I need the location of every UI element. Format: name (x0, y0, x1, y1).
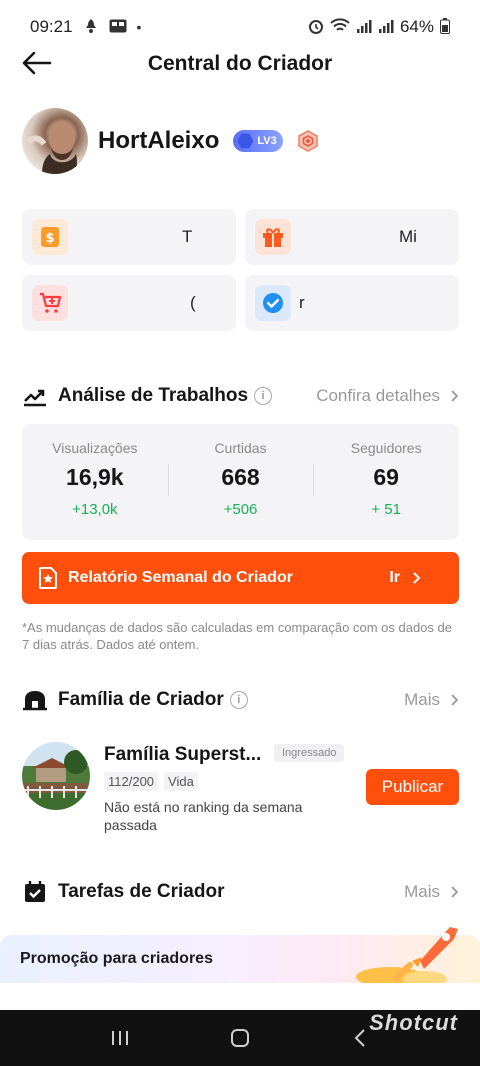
recent-apps-button[interactable] (100, 1018, 140, 1058)
quick-tile-1-label: T (182, 227, 193, 246)
quick-tile-4[interactable]: r (245, 275, 459, 331)
family-tags: 112/200 Vida (104, 772, 198, 791)
alarm-icon (308, 18, 324, 37)
back-button[interactable] (20, 48, 56, 80)
check-circle-icon (255, 285, 291, 321)
tasks-more-label: Mais (404, 882, 440, 901)
quick-tile-3-label: ( (190, 293, 196, 312)
notification-icon (83, 18, 99, 37)
tasks-header: Tarefas de Criador Mais (22, 877, 459, 907)
stat-value: 668 (221, 464, 260, 490)
wifi-icon (330, 17, 350, 37)
top-bar: Central do Criador (0, 38, 480, 90)
info-icon[interactable]: i (254, 387, 273, 405)
view-details-link[interactable]: Confira detalhes (316, 386, 459, 406)
creator-promo-banner[interactable]: Promoção para criadores (0, 927, 480, 983)
app-notification-icon (109, 19, 127, 36)
status-time: 09:21 (30, 17, 73, 36)
chevron-left-icon (354, 1029, 365, 1047)
stat-likes: Curtidas 668 +506 (167, 424, 314, 540)
weekly-report-button[interactable]: Relatório Semanal do Criador Ir (22, 552, 459, 604)
promo-label: Promoção para criadores (20, 950, 213, 967)
username: HortAleixo (98, 127, 220, 154)
analytics-title: Análise de Trabalhos (58, 385, 249, 406)
family-name: Família Superst... (104, 744, 262, 765)
recent-apps-icon (112, 1031, 128, 1045)
joined-badge: Ingressado (274, 744, 345, 762)
chevron-right-icon (451, 390, 459, 402)
stat-label: Seguidores (350, 440, 422, 456)
trend-chart-icon (24, 389, 46, 407)
stat-value: 16,9k (66, 464, 124, 490)
tasks-more-link[interactable]: Mais (404, 882, 459, 902)
level-badge[interactable]: LV3 (233, 130, 283, 152)
home-icon (231, 1029, 249, 1047)
battery-percent: 64% (399, 17, 434, 36)
tasks-title: Tarefas de Criador (58, 881, 225, 902)
family-type: Vida (164, 772, 198, 791)
dollar-doc-icon: $ (32, 219, 68, 255)
stats-card[interactable]: Visualizações 16,9k +13,0k Curtidas 668 … (22, 424, 459, 540)
family-card[interactable]: Família Superst... Ingressado 112/200 Vi… (22, 740, 459, 840)
battery-icon (440, 17, 450, 37)
quick-tools-grid: $ T Mi ( r (22, 209, 459, 331)
quick-tile-2-label: Mi (399, 227, 417, 246)
svg-text:$: $ (45, 231, 54, 246)
weekly-report-go: Ir (389, 569, 421, 587)
weekly-report-label: Relatório Semanal do Criador (68, 569, 293, 586)
stat-delta: + 51 (371, 501, 401, 518)
publish-button[interactable]: Publicar (366, 769, 459, 805)
stat-delta: +13,0k (72, 501, 118, 518)
avatar[interactable] (22, 108, 88, 174)
level-badge-label: LV3 (257, 135, 277, 147)
quick-tile-1[interactable]: $ T (22, 209, 236, 265)
arrow-left-icon (22, 51, 52, 75)
info-icon[interactable]: i (229, 691, 248, 709)
stat-label: Visualizações (52, 440, 138, 456)
video-watermark: Shotcut (369, 1010, 458, 1035)
rocket-icon (356, 927, 458, 983)
view-details-label: Confira detalhes (316, 386, 440, 405)
house-icon (23, 691, 47, 711)
gift-icon (255, 219, 291, 255)
weekly-report-action: Ir (389, 569, 400, 586)
analytics-header: Análise de Trabalhos i Confira detalhes (22, 381, 459, 411)
cart-plus-icon (32, 285, 68, 321)
quick-tile-2[interactable]: Mi (245, 209, 459, 265)
signal-icon (356, 18, 372, 37)
family-header: Família de Criador i Mais (22, 685, 459, 715)
profile-header: HortAleixo LV3 (22, 108, 319, 174)
chevron-right-icon (451, 694, 459, 706)
signal-icon-2 (378, 18, 394, 37)
dot-icon: • (136, 19, 142, 35)
calendar-check-icon (25, 881, 45, 902)
family-ranking-status: Não está no ranking da semana passada (104, 799, 303, 833)
family-more-link[interactable]: Mais (404, 690, 459, 710)
rank-hexagon-icon[interactable] (297, 130, 319, 152)
home-button[interactable] (220, 1018, 260, 1058)
hexagon-icon (237, 133, 254, 149)
family-avatar (22, 742, 90, 810)
family-title: Família de Criador (58, 689, 224, 710)
stat-label: Curtidas (214, 440, 267, 456)
page-title: Central do Criador (147, 52, 333, 75)
chevron-right-icon (451, 886, 459, 898)
stat-value: 69 (373, 464, 399, 490)
data-note: *As mudanças de dados são calculadas em … (22, 620, 452, 652)
chevron-right-icon (413, 572, 421, 584)
quick-tile-4-label: r (299, 293, 305, 312)
stat-views: Visualizações 16,9k +13,0k (22, 424, 168, 540)
quick-tile-3[interactable]: ( (22, 275, 236, 331)
report-star-icon (39, 567, 57, 589)
stat-delta: +506 (223, 501, 258, 518)
stat-followers: Seguidores 69 + 51 (313, 424, 459, 540)
members-count: 112/200 (104, 772, 159, 791)
family-more-label: Mais (404, 690, 440, 709)
